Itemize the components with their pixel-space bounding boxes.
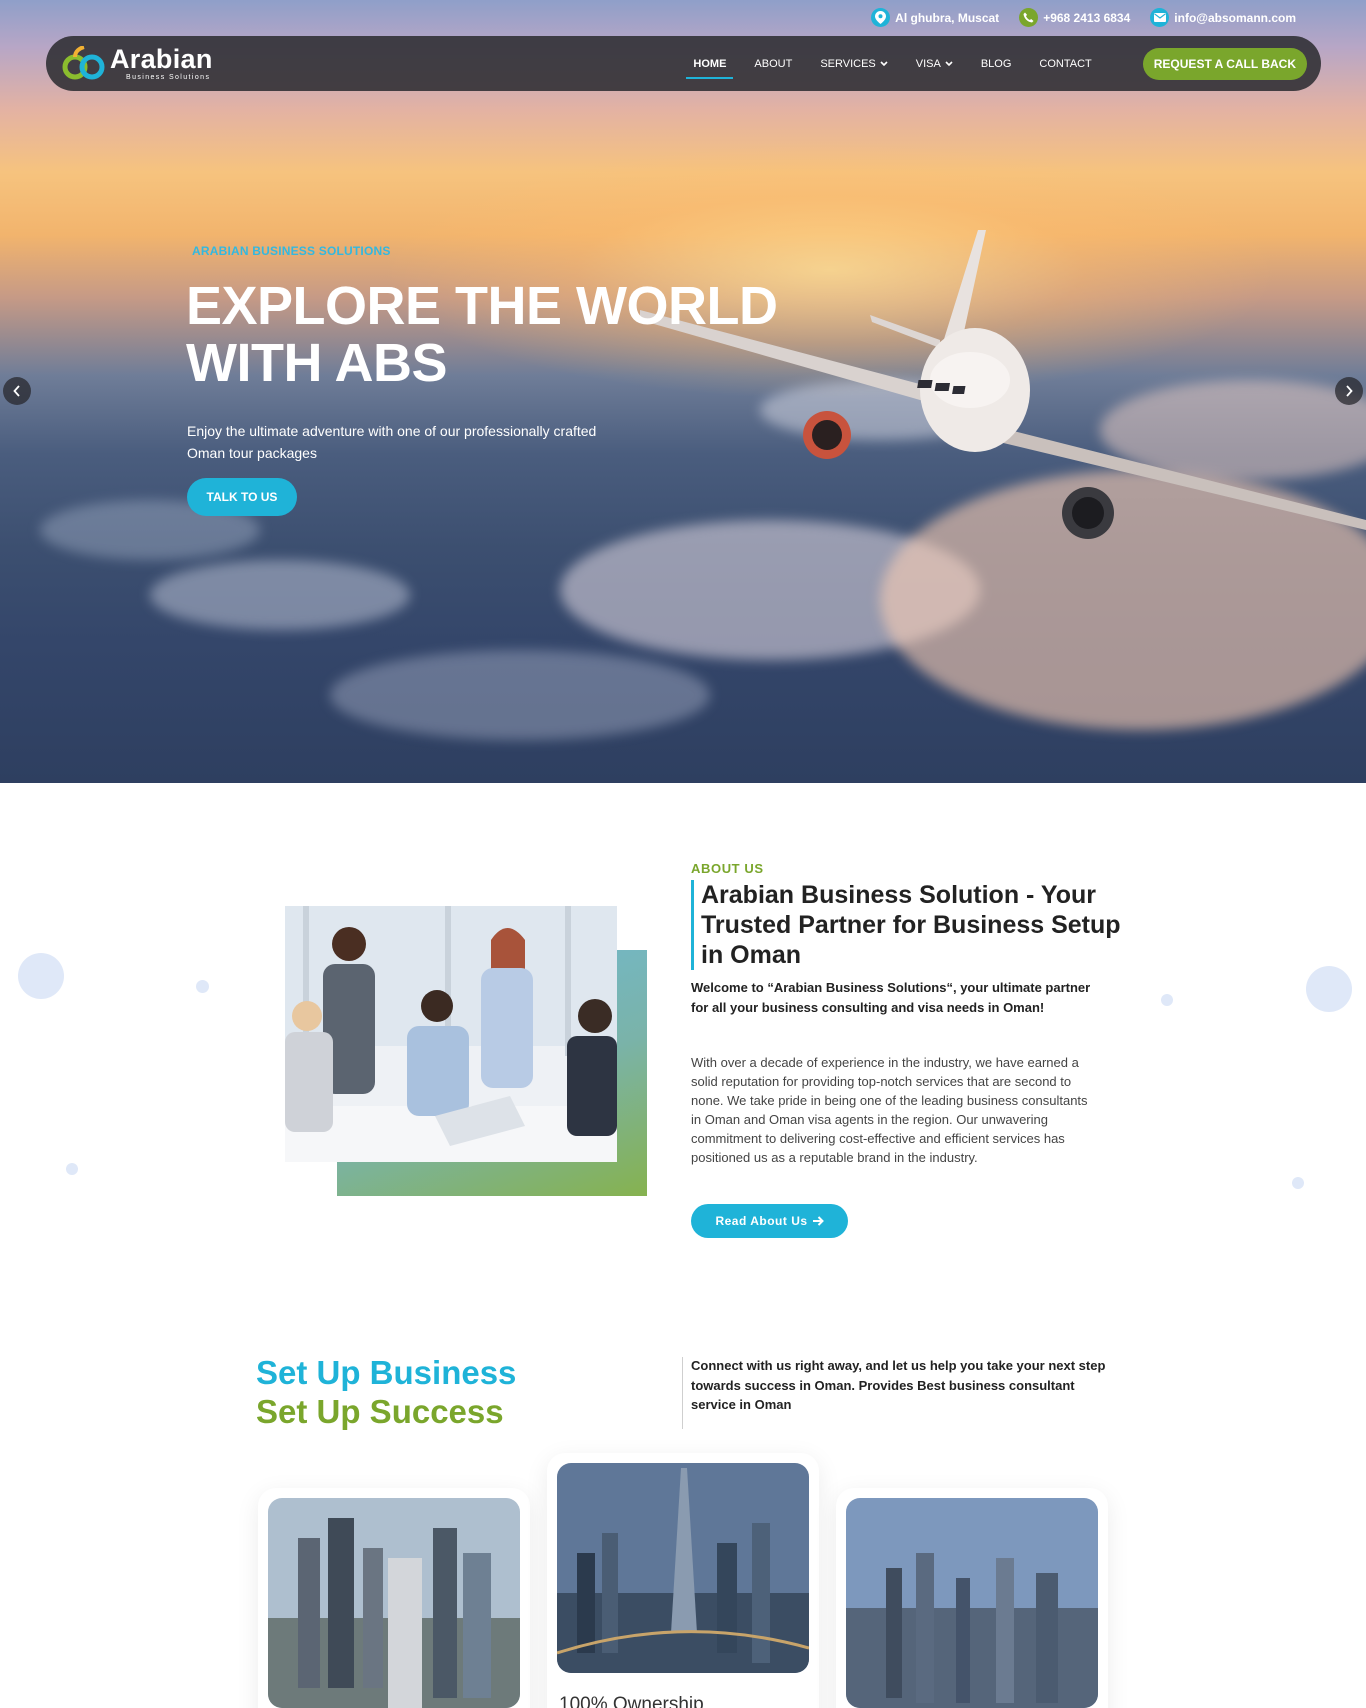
vertical-divider [682,1357,683,1429]
logo-mark-icon [62,45,105,79]
about-title: Arabian Business Solution - Your Trusted… [701,881,1121,969]
hero-title-line-1: EXPLORE THE WORLD [186,276,778,336]
about-lead: Welcome to “Arabian Business Solutions“,… [691,980,1091,1015]
logo-wordmark: Arabian [110,44,213,74]
location-pin-icon [871,8,891,27]
decorative-dot [1161,994,1173,1006]
cloud [150,560,410,630]
logo-tagline: Business Solutions [126,74,211,81]
email-icon [1150,8,1170,27]
brand-logo[interactable]: Arabian Business Solutions [62,44,232,82]
email-text: info@absomann.com [1174,10,1296,25]
location-item[interactable]: Al ghubra, Muscat [871,8,999,27]
chevron-down-icon [880,60,888,66]
phone-text: +968 2413 6834 [1043,10,1131,25]
nav-item-blog[interactable]: BLOG [974,52,1019,76]
request-call-back-button[interactable]: REQUEST A CALL BACK [1142,47,1307,80]
slider-next-arrow-icon[interactable] [1335,377,1363,405]
chevron-down-icon [945,60,953,66]
setup-description: Connect with us right away, and let us h… [691,1358,1106,1412]
nav-item-visa[interactable]: VISA [909,52,960,76]
service-card[interactable] [258,1488,530,1708]
about-kicker: ABOUT US [691,861,764,876]
service-card-ownership[interactable]: 100% Ownership [547,1453,819,1708]
cloud [330,650,710,740]
top-contact-bar: Al ghubra, Muscat +968 2413 6834 info@ab… [871,8,1296,27]
setup-heading-1: Set Up Business [256,1354,517,1391]
about-body: With over a decade of experience in the … [691,1055,1088,1165]
nav-label: ABOUT [754,57,793,70]
slider-prev-arrow-icon[interactable] [3,377,31,405]
decorative-dot [18,953,64,999]
nav-item-home[interactable]: HOME [686,52,734,79]
setup-heading-2: Set Up Success [256,1393,504,1430]
location-text: Al ghubra, Muscat [895,10,1000,25]
decorative-dot [66,1163,78,1175]
decorative-dot [1306,966,1352,1012]
nav-item-services[interactable]: SERVICES [813,52,894,76]
arrow-right-icon [812,1216,824,1226]
card-title: 100% Ownership [559,1694,704,1708]
decorative-dot [1292,1177,1304,1189]
talk-to-us-button[interactable]: TALK TO US [187,478,297,516]
phone-item[interactable]: +968 2413 6834 [1019,8,1130,27]
dubai-skyline-image [556,1463,810,1673]
nav-label: CONTACT [1039,57,1092,70]
about-image [285,906,647,1196]
main-navbar: Arabian Business Solutions HOME ABOUT SE… [46,36,1321,91]
hero-kicker: ARABIAN BUSINESS SOLUTIONS [192,244,391,258]
nav-label: HOME [693,57,727,70]
nav-label: BLOG [980,57,1012,70]
nav-item-about[interactable]: ABOUT [747,52,799,76]
city-skyline-image [268,1498,520,1708]
service-card[interactable] [836,1488,1108,1708]
about-title-block: Arabian Business Solution - Your Trusted… [691,880,1121,970]
read-about-us-button[interactable]: Read About Us [691,1204,848,1238]
email-item[interactable]: info@absomann.com [1150,8,1296,27]
city-skyline-image [846,1498,1098,1708]
nav-menu: HOME ABOUT SERVICES VISA BLOG CONTACT [686,52,1098,79]
nav-label: VISA [915,57,941,70]
read-about-us-label: Read About Us [715,1214,808,1228]
decorative-dot [196,980,209,993]
hero-slider: Al ghubra, Muscat +968 2413 6834 info@ab… [0,0,1366,783]
nav-label: SERVICES [820,57,876,70]
hero-description: Enjoy the ultimate adventure with one of… [187,423,597,461]
nav-item-contact[interactable]: CONTACT [1032,52,1098,76]
hero-title: EXPLORE THE WORLD WITH ABS [186,278,806,392]
hero-title-line-2: WITH ABS [186,333,447,393]
team-photo [285,906,617,1162]
phone-icon [1019,8,1039,27]
